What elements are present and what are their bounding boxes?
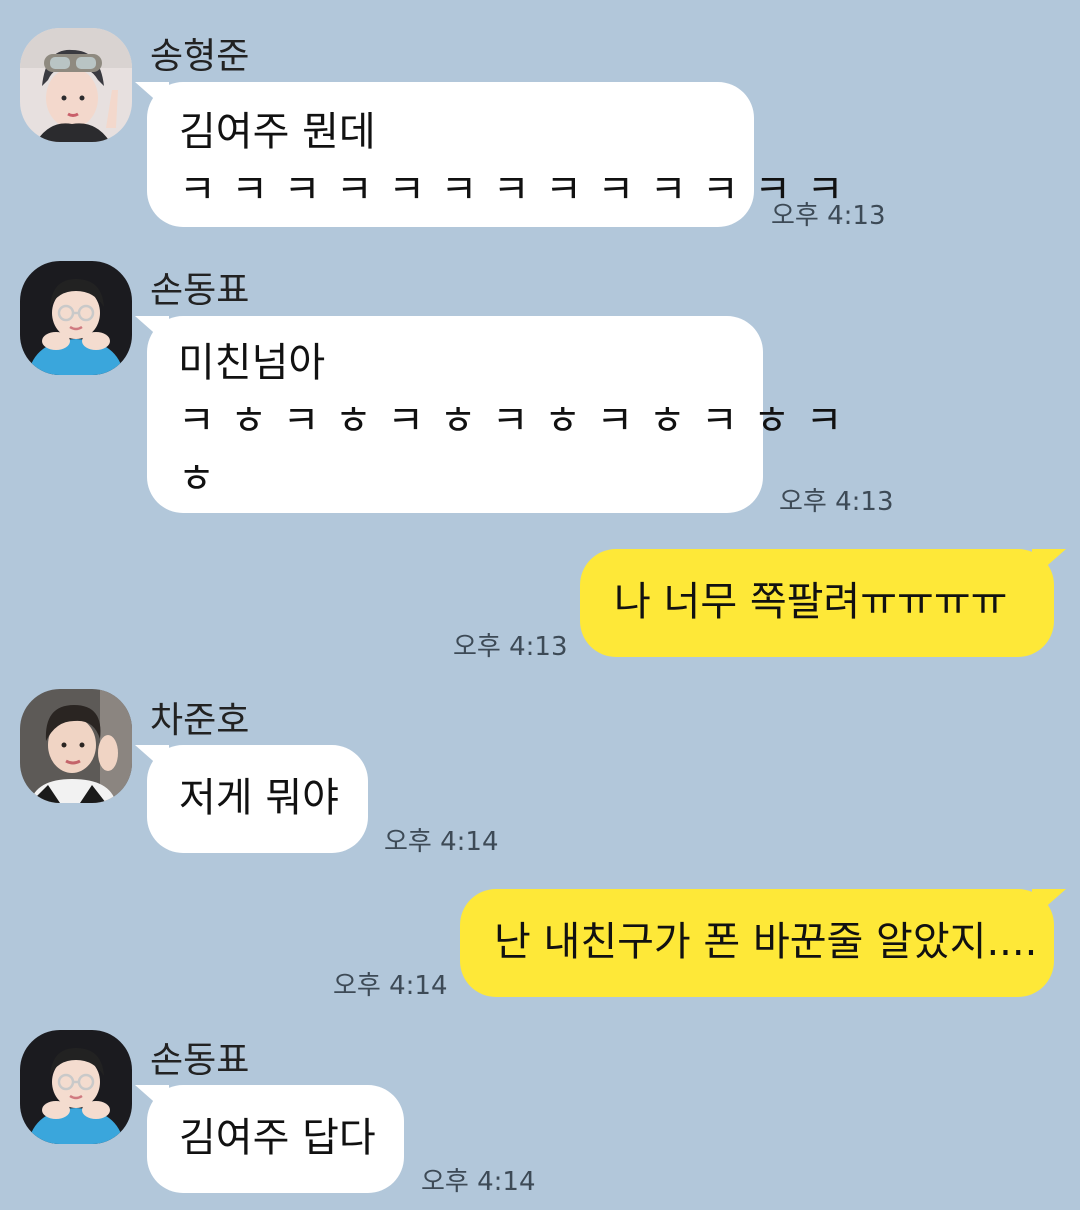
timestamp: 오후 4:13 xyxy=(771,201,886,231)
timestamp: 오후 4:14 xyxy=(384,827,499,857)
sender-name: 손동표 xyxy=(150,1040,250,1081)
message-bubble[interactable]: 난 내친구가 폰 바꾼줄 알았지.... xyxy=(460,889,1054,997)
message-bubble[interactable]: 미친넘아 ㅋㅎㅋㅎㅋㅎㅋㅎㅋㅎㅋㅎㅋ ㅎ xyxy=(147,316,858,513)
avatar-sondongpyo[interactable] xyxy=(20,261,132,375)
message-text: ㅋㅎㅋㅎㅋㅎㅋㅎㅋㅎㅋㅎㅋ xyxy=(178,398,858,444)
message-text: 난 내친구가 폰 바꾼줄 알았지.... xyxy=(494,919,1038,965)
message-text: 미친넘아 xyxy=(178,340,326,386)
profile-photo-icon xyxy=(20,28,132,142)
message-bubble[interactable]: 김여주 답다 xyxy=(147,1085,404,1193)
avatar-songhyeongjun[interactable] xyxy=(20,28,132,142)
avatar-chajunho[interactable] xyxy=(20,689,132,803)
sender-name: 차준호 xyxy=(150,700,250,741)
message-text: 저게 뭐야 xyxy=(179,775,339,821)
sender-name: 송형준 xyxy=(150,36,250,77)
message-text: ㅋㅋㅋㅋㅋㅋㅋㅋㅋㅋㅋㅋㅋ xyxy=(179,167,859,213)
timestamp: 오후 4:14 xyxy=(333,971,448,1001)
message-text: 나 너무 쪽팔려ㅠㅠㅠㅠ xyxy=(614,579,1008,625)
timestamp: 오후 4:14 xyxy=(421,1167,536,1197)
sender-name: 손동표 xyxy=(150,270,250,311)
message-text: ㅎ xyxy=(178,456,215,502)
timestamp: 오후 4:13 xyxy=(779,487,894,517)
message-bubble[interactable]: 저게 뭐야 xyxy=(147,745,368,853)
profile-photo-icon xyxy=(20,1030,132,1144)
message-bubble[interactable]: 김여주 뭔데 ㅋㅋㅋㅋㅋㅋㅋㅋㅋㅋㅋㅋㅋ xyxy=(147,82,859,227)
avatar-sondongpyo[interactable] xyxy=(20,1030,132,1144)
message-bubble[interactable]: 나 너무 쪽팔려ㅠㅠㅠㅠ xyxy=(580,549,1054,657)
message-text: 김여주 답다 xyxy=(179,1115,376,1161)
message-text: 김여주 뭔데 xyxy=(179,109,376,155)
profile-photo-icon xyxy=(20,261,132,375)
profile-photo-icon xyxy=(20,689,132,803)
timestamp: 오후 4:13 xyxy=(453,632,568,662)
